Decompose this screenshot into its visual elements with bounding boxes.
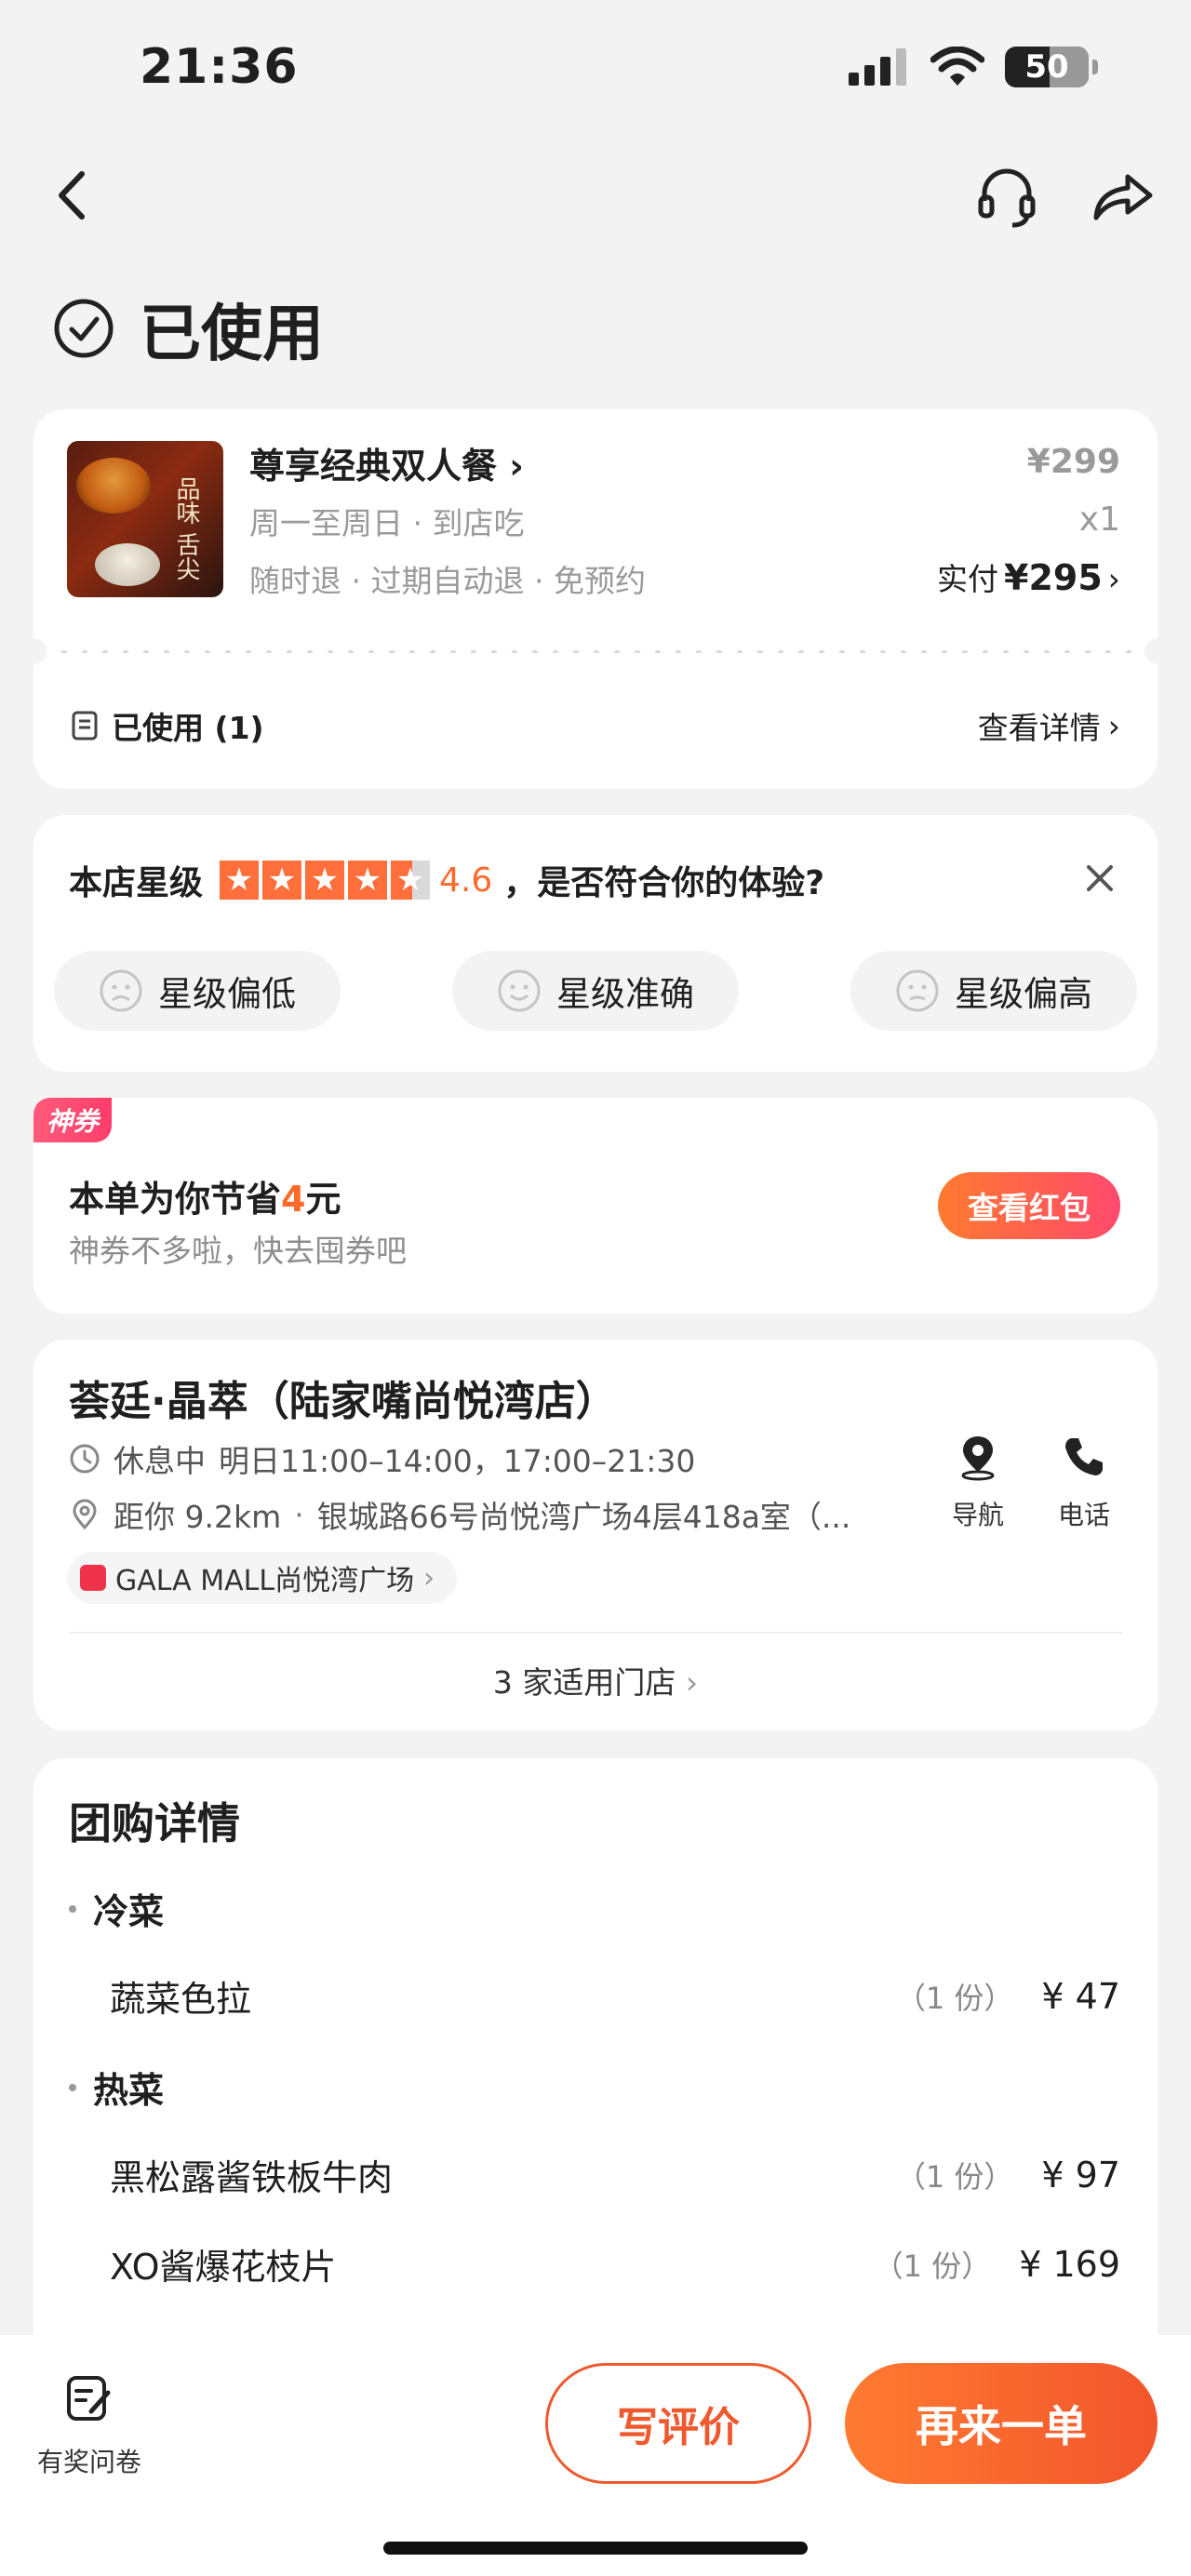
divider: [33, 649, 1158, 653]
home-indicator[interactable]: [383, 2542, 808, 2555]
status-bar: 21:36 50: [0, 0, 1191, 140]
order-card: 品味 舌尖 尊享经典双人餐 › 周一至周日 · 到店吃 随时退 · 过期自动退 …: [20, 409, 1171, 789]
headset-icon[interactable]: [971, 160, 1042, 231]
coupon-card: 神券 本单为你节省4元 神券不多啦，快去囤券吧 查看红包: [33, 1098, 1158, 1314]
star-icon: ★: [348, 861, 388, 900]
star-rating: ★ ★ ★ ★ ★: [220, 861, 431, 900]
rating-accurate-button[interactable]: 星级准确: [452, 951, 739, 1031]
navigation-icon: [961, 1436, 995, 1481]
smile-face-icon: [498, 969, 541, 1012]
battery-icon: 50: [1005, 47, 1089, 87]
category-hot-dishes: 热菜: [69, 2062, 164, 2113]
coupon-subtitle: 神券不多啦，快去囤券吧: [69, 1233, 407, 1269]
clock: 21:36: [140, 39, 299, 95]
back-icon[interactable]: [41, 163, 106, 228]
order-status: 已使用: [52, 284, 324, 373]
write-review-button[interactable]: 写评价: [545, 2363, 811, 2484]
category-cold-dishes: 冷菜: [69, 1883, 164, 1934]
rating-label: 本店星级: [69, 864, 204, 902]
call-button[interactable]: 电话: [1042, 1433, 1126, 1532]
store-name[interactable]: 荟廷·晶萃（陆家嘴尚悦湾店）: [69, 1368, 617, 1427]
rating-card: 本店星级 ★ ★ ★ ★ ★ 4.6 ，是否符合你的体验? 星级偏低 星级准确: [33, 815, 1158, 1072]
product-image-text: 品味 舌尖: [172, 476, 200, 581]
bottom-action-bar: 有奖问卷 写评价 再来一单: [0, 2335, 1191, 2576]
survey-edit-icon: [67, 2376, 111, 2421]
coupon-savings: 本单为你节省4元: [69, 1179, 341, 1220]
applicable-stores-link[interactable]: 3 家适用门店 ›: [33, 1658, 1158, 1702]
star-icon: ★: [305, 861, 345, 900]
list-item: 黑松露酱铁板牛肉 （1 份） ¥ 97: [110, 2154, 1120, 2199]
deal-details-card: 团购详情 冷菜 蔬菜色拉 （1 份） ¥ 47 热菜 黑松露酱铁板牛肉 （1 份…: [33, 1758, 1158, 2335]
product-usage: 周一至周日 · 到店吃: [249, 505, 525, 541]
location-pin-icon: [73, 1499, 97, 1530]
frown-face-icon: [896, 969, 939, 1012]
coupon-tag: 神券: [33, 1098, 113, 1142]
close-icon[interactable]: [1083, 861, 1117, 895]
rating-low-button[interactable]: 星级偏低: [54, 951, 341, 1031]
product-name[interactable]: 尊享经典双人餐 ›: [249, 437, 524, 488]
store-address[interactable]: 距你 9.2km · 银城路66号尚悦湾广场4层418a室（...: [69, 1492, 943, 1537]
product-image[interactable]: 品味 舌尖: [67, 441, 223, 597]
original-price: ¥299: [1026, 443, 1120, 481]
product-terms: 随时退 · 过期自动退 · 免预约: [249, 563, 646, 599]
star-icon: ★: [262, 861, 302, 900]
view-red-packet-button[interactable]: 查看红包: [938, 1172, 1120, 1239]
store-hours: 休息中 明日11:00–14:00，17:00–21:30: [69, 1436, 695, 1481]
battery-level: 50: [1024, 48, 1069, 86]
check-circle-icon: [54, 299, 114, 358]
navigate-button[interactable]: 导航: [936, 1433, 1020, 1532]
clock-icon: [70, 1444, 100, 1474]
star-half-icon: ★: [391, 861, 431, 900]
shopping-bag-icon: [80, 1565, 106, 1591]
mall-chip[interactable]: GALA MALL尚悦湾广场 ›: [67, 1552, 458, 1604]
signal-icon: [849, 48, 906, 86]
rating-question: ，是否符合你的体验?: [503, 864, 825, 902]
status-icons: 50: [849, 47, 1098, 87]
star-icon: ★: [220, 861, 260, 900]
survey-button[interactable]: 有奖问卷: [32, 2372, 147, 2479]
rating-score: 4.6: [439, 861, 493, 900]
list-item: 蔬菜色拉 （1 份） ¥ 47: [110, 1975, 1120, 2021]
document-icon: [72, 711, 98, 741]
sad-face-icon: [100, 969, 142, 1012]
quantity: x1: [1078, 501, 1120, 539]
rating-high-button[interactable]: 星级偏高: [850, 951, 1137, 1031]
share-icon[interactable]: [1087, 160, 1158, 231]
list-item: XO酱爆花枝片 （1 份） ¥ 169: [110, 2243, 1120, 2289]
reorder-button[interactable]: 再来一单: [845, 2363, 1158, 2484]
nav-bar: [0, 149, 1191, 242]
phone-icon: [1065, 1438, 1103, 1475]
used-count: 已使用 (1): [71, 703, 264, 748]
paid-amount[interactable]: 实付 ¥295 ›: [937, 554, 1120, 599]
page-title: 已使用: [140, 298, 324, 369]
divider: [69, 1632, 1122, 1634]
view-details-link[interactable]: 查看详情 ›: [978, 703, 1120, 748]
section-title: 团购详情: [69, 1798, 240, 1849]
store-card: 荟廷·晶萃（陆家嘴尚悦湾店） 休息中 明日11:00–14:00，17:00–2…: [33, 1340, 1158, 1730]
wifi-icon: [930, 47, 984, 86]
